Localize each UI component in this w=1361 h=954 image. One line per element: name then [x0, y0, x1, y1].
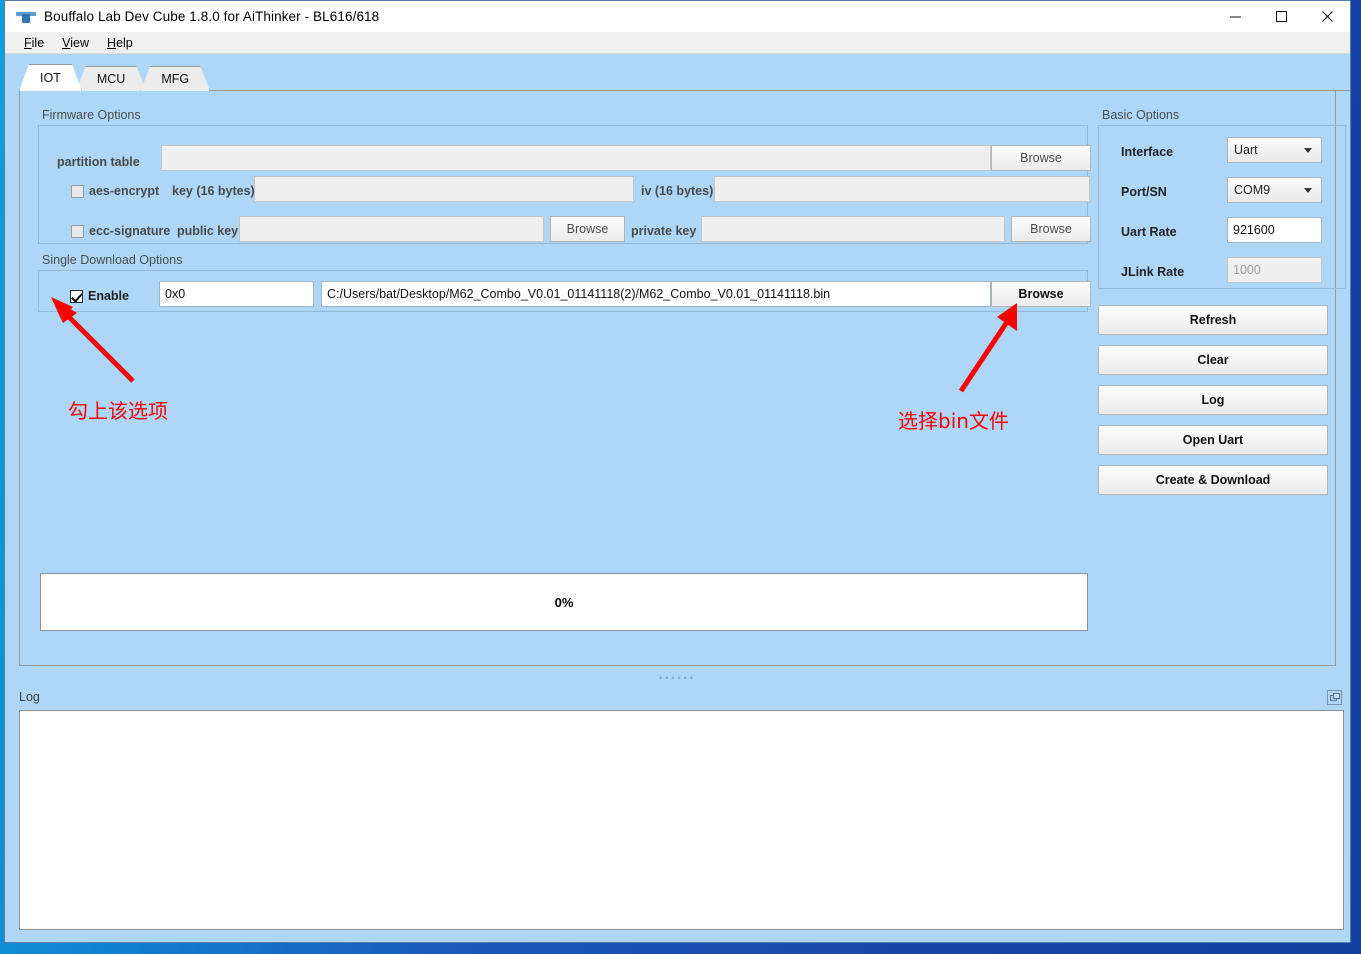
- single-download-enable-checkbox[interactable]: [70, 283, 84, 309]
- private-key-label: private key: [631, 224, 697, 238]
- log-button[interactable]: Log: [1098, 385, 1328, 415]
- public-key-input[interactable]: [239, 216, 544, 242]
- chevron-down-icon: [1304, 147, 1312, 153]
- public-key-label: public key: [177, 224, 239, 238]
- partition-table-input[interactable]: [161, 145, 991, 171]
- minimize-button[interactable]: [1212, 1, 1258, 32]
- tab-mfg-label: MFG: [161, 72, 190, 86]
- aes-key-input[interactable]: [254, 176, 634, 202]
- menu-file-rest: ile: [31, 35, 45, 50]
- tab-mcu-label: MCU: [96, 72, 126, 86]
- aes-iv-label: iv (16 bytes): [641, 184, 714, 198]
- client-area: IOT MCU MFG Firmware Options partition t…: [5, 54, 1350, 942]
- basic-options-title: Basic Options: [1102, 108, 1180, 122]
- menu-file[interactable]: File: [15, 34, 53, 52]
- tab-strip: IOT MCU MFG: [19, 63, 1350, 91]
- single-download-address-input[interactable]: 0x0: [159, 281, 314, 307]
- menu-view-rest: iew: [70, 35, 90, 50]
- single-download-options-title: Single Download Options: [42, 253, 183, 267]
- progress-bar: 0%: [40, 573, 1088, 631]
- single-download-file-input[interactable]: C:/Users/bat/Desktop/M62_Combo_V0.01_011…: [321, 281, 991, 307]
- tab-iot-label: IOT: [40, 71, 61, 85]
- uart-rate-input[interactable]: 921600: [1227, 217, 1322, 243]
- action-button-panel: Refresh Clear Log Open Uart Create & Dow…: [1098, 305, 1348, 505]
- aes-encrypt-label: aes-encrypt: [89, 184, 160, 198]
- single-download-options-group: Single Download Options Enable 0x0 C:/Us…: [38, 253, 1091, 312]
- log-panel-title: Log: [19, 690, 40, 704]
- firmware-options-group: Firmware Options partition table Browse: [38, 108, 1091, 244]
- port-sn-combo[interactable]: COM9: [1227, 177, 1322, 203]
- app-logo-icon: [16, 9, 36, 25]
- panel-splitter[interactable]: ••••••: [19, 673, 1336, 684]
- progress-percent-label: 0%: [554, 594, 574, 610]
- port-sn-label: Port/SN: [1121, 185, 1167, 199]
- menu-help-rest: elp: [116, 35, 133, 50]
- splitter-grip-icon: ••••••: [659, 673, 696, 683]
- private-key-browse-button[interactable]: Browse: [1011, 216, 1091, 242]
- log-output-area[interactable]: [19, 710, 1344, 930]
- uart-rate-label: Uart Rate: [1121, 225, 1177, 239]
- menu-view[interactable]: View: [53, 34, 98, 52]
- refresh-button[interactable]: Refresh: [1098, 305, 1328, 335]
- tab-mcu[interactable]: MCU: [76, 66, 146, 91]
- menu-help[interactable]: Help: [98, 34, 142, 52]
- close-button[interactable]: [1304, 1, 1350, 32]
- firmware-options-title: Firmware Options: [42, 108, 141, 122]
- tab-iot[interactable]: IOT: [19, 64, 82, 91]
- aes-key-label: key (16 bytes): [172, 184, 255, 198]
- basic-options-group: Basic Options Interface Uart Port/SN COM…: [1098, 108, 1346, 289]
- partition-table-browse-button[interactable]: Browse: [991, 145, 1091, 171]
- log-dock: Log: [19, 684, 1350, 942]
- single-download-enable-label: Enable: [88, 289, 129, 303]
- clear-button[interactable]: Clear: [1098, 345, 1328, 375]
- single-download-browse-button[interactable]: Browse: [991, 281, 1091, 307]
- interface-combo[interactable]: Uart: [1227, 137, 1322, 163]
- window-title: Bouffalo Lab Dev Cube 1.8.0 for AiThinke…: [44, 9, 380, 24]
- aes-encrypt-checkbox[interactable]: [71, 178, 85, 204]
- ecc-signature-checkbox[interactable]: [71, 218, 85, 244]
- tab-mfg[interactable]: MFG: [140, 66, 210, 91]
- private-key-input[interactable]: [701, 216, 1005, 242]
- partition-table-label: partition table: [57, 155, 140, 169]
- public-key-browse-button[interactable]: Browse: [550, 216, 625, 242]
- menu-bar: File View Help: [5, 32, 1350, 54]
- chevron-down-icon: [1304, 187, 1312, 193]
- jlink-rate-input: 1000: [1227, 257, 1322, 283]
- create-and-download-button[interactable]: Create & Download: [1098, 465, 1328, 495]
- title-bar: Bouffalo Lab Dev Cube 1.8.0 for AiThinke…: [5, 1, 1350, 32]
- maximize-button[interactable]: [1258, 1, 1304, 32]
- app-window: Bouffalo Lab Dev Cube 1.8.0 for AiThinke…: [4, 0, 1351, 943]
- log-dock-header: Log: [19, 684, 1344, 710]
- ecc-signature-label: ecc-signature: [89, 224, 171, 238]
- iot-tab-page: Firmware Options partition table Browse: [19, 91, 1346, 666]
- jlink-rate-label: JLink Rate: [1121, 265, 1185, 279]
- aes-iv-input[interactable]: [714, 176, 1090, 202]
- open-uart-button[interactable]: Open Uart: [1098, 425, 1328, 455]
- interface-label: Interface: [1121, 145, 1174, 159]
- float-window-icon[interactable]: [1327, 689, 1342, 705]
